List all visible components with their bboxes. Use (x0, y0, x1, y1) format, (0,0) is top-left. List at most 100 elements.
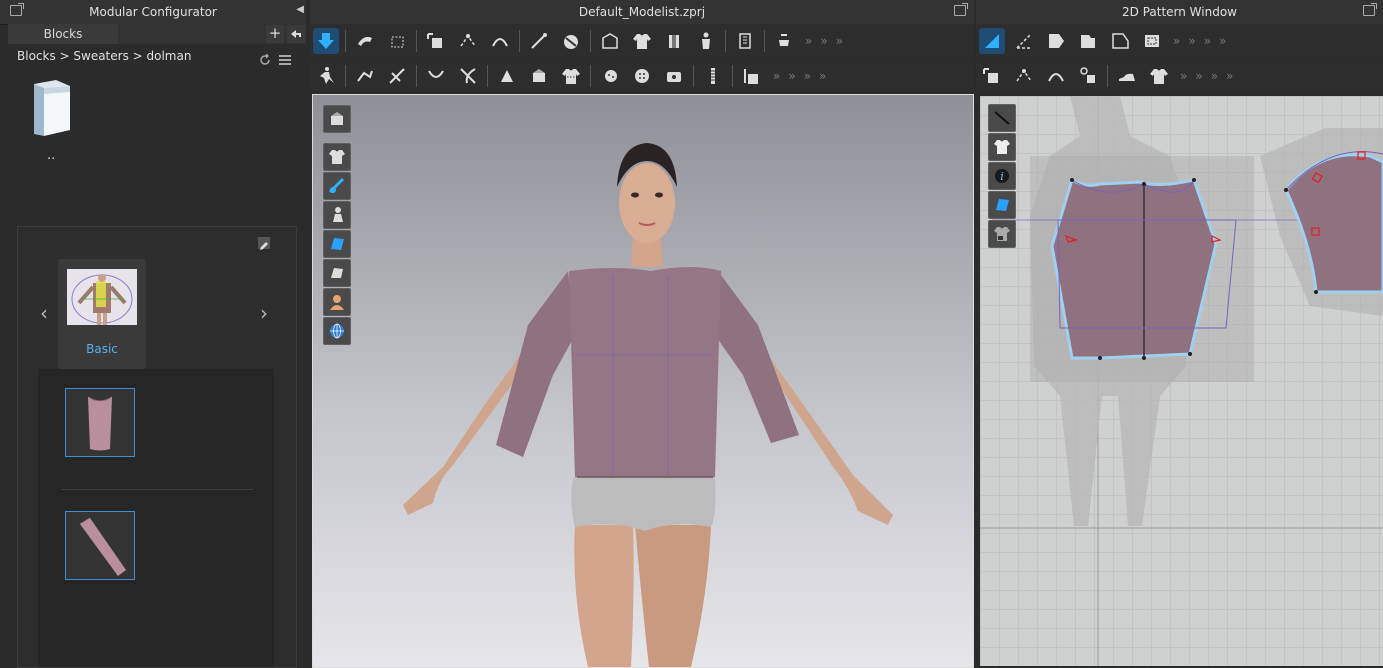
rectangle-icon[interactable] (1075, 28, 1101, 54)
pattern-canvas[interactable]: i (980, 96, 1383, 666)
undock-icon[interactable] (954, 3, 968, 16)
tab-blocks[interactable]: Blocks (8, 24, 118, 44)
measure-icon[interactable] (732, 28, 758, 54)
list-view-icon[interactable] (279, 51, 291, 65)
edit-point-icon[interactable] (455, 28, 481, 54)
overflow-icon[interactable]: » (820, 34, 827, 48)
edit-pencil-icon[interactable] (258, 237, 270, 250)
undock-icon[interactable] (10, 3, 24, 16)
overflow-icon[interactable]: » (1204, 34, 1211, 48)
transform-pattern-icon[interactable] (423, 28, 449, 54)
avatar-model[interactable] (313, 95, 973, 667)
button-icon[interactable] (597, 63, 623, 89)
right-panel: 2D Pattern Window » » » » » » » » i (976, 0, 1383, 666)
toolbar-row-1: » » » (310, 24, 974, 57)
overflow-icon[interactable]: » (805, 34, 812, 48)
texture-2d-icon[interactable] (988, 191, 1016, 219)
avatar-pose-icon[interactable] (693, 28, 719, 54)
center-panel-title: Default_Modelist.zprj (578, 5, 706, 19)
overflow-icon[interactable]: » (1180, 69, 1187, 83)
overflow-icon[interactable]: » (819, 69, 826, 83)
trace-icon[interactable] (1075, 63, 1101, 89)
avatar-thumbnail (67, 269, 137, 325)
edit-pattern-icon[interactable] (1011, 28, 1037, 54)
polygon-icon[interactable] (1043, 28, 1069, 54)
undock-icon[interactable] (1363, 3, 1377, 16)
configurator-area: ‹ › Basic (17, 226, 297, 668)
add-icon[interactable]: + (266, 25, 284, 43)
blocks-list (38, 369, 274, 667)
sleeve-icon (79, 517, 126, 576)
pin-icon[interactable] (352, 63, 378, 89)
select-move-icon[interactable] (352, 28, 378, 54)
folder-icon (34, 80, 70, 136)
overflow-icon[interactable]: » (1173, 34, 1180, 48)
internal-polygon-icon[interactable] (1107, 28, 1133, 54)
back-arrow-icon[interactable] (287, 25, 305, 43)
garment-fit-icon[interactable] (1146, 63, 1172, 89)
edit-curve-icon[interactable] (487, 28, 513, 54)
curve-sewing-icon[interactable] (1043, 63, 1069, 89)
separator (590, 29, 591, 52)
iron-icon[interactable] (1114, 63, 1140, 89)
parent-folder[interactable]: .. (30, 78, 76, 168)
overflow-icon[interactable]: » (788, 69, 795, 83)
simulation-icon[interactable] (313, 27, 339, 54)
overflow-icon[interactable]: » (1195, 69, 1202, 83)
info-icon[interactable]: i (988, 162, 1016, 190)
separator (590, 64, 591, 87)
steam-icon[interactable] (771, 28, 797, 54)
garment-icon[interactable] (629, 28, 655, 54)
select-button-icon[interactable] (661, 63, 687, 89)
internal-rectangle-icon[interactable] (1139, 28, 1165, 54)
overflow-icon[interactable]: » (836, 34, 843, 48)
tab-blocks-label: Blocks (43, 27, 83, 41)
free-sewing-icon[interactable] (1011, 63, 1037, 89)
category-card-basic[interactable]: Basic (58, 259, 146, 369)
texture-icon[interactable] (494, 63, 520, 89)
center-panel-titlebar: Default_Modelist.zprj (310, 0, 974, 25)
block-thumb-sleeve[interactable] (65, 511, 135, 580)
fold-strength-icon[interactable] (455, 63, 481, 89)
overflow-icon[interactable]: » (1226, 69, 1233, 83)
pattern-toolbar-row-1: » » » » (976, 24, 1383, 57)
pin-box-icon[interactable] (384, 63, 410, 89)
block-thumb-bodice[interactable] (65, 388, 135, 457)
separator (416, 64, 417, 87)
overflow-icon[interactable]: » (773, 69, 780, 83)
pattern-pieces[interactable] (980, 96, 1383, 666)
overflow-icon[interactable]: » (1188, 34, 1195, 48)
graphic-icon[interactable] (526, 63, 552, 89)
pattern-line-icon[interactable] (988, 104, 1016, 132)
refresh-icon[interactable] (259, 51, 271, 65)
prev-category-button[interactable]: ‹ (40, 301, 48, 325)
overflow-icon[interactable]: » (1211, 69, 1218, 83)
blocks-tab-row: Blocks + (8, 24, 306, 44)
layer-icon[interactable] (661, 28, 687, 54)
transform-pattern-icon[interactable] (979, 27, 1005, 54)
center-panel: Default_Modelist.zprj » » » » » » » (310, 0, 974, 668)
pencil-line-icon[interactable] (526, 28, 552, 54)
show-garment-2d-icon[interactable] (988, 133, 1016, 161)
arrangement-icon[interactable] (597, 28, 623, 54)
zipper-icon[interactable] (700, 63, 726, 89)
separator (693, 64, 694, 87)
next-category-button[interactable]: › (260, 301, 268, 325)
fold-arrangement-icon[interactable] (423, 63, 449, 89)
collapse-arrow-icon[interactable]: ◀ (296, 4, 304, 15)
breadcrumb[interactable]: Blocks > Sweaters > dolman (17, 49, 191, 63)
lock-garment-icon[interactable] (988, 220, 1016, 248)
overflow-icon[interactable]: » (804, 69, 811, 83)
segment-sewing-icon[interactable] (979, 63, 1005, 89)
separator (345, 29, 346, 52)
puckering-icon[interactable] (739, 63, 765, 89)
3d-viewport[interactable] (312, 94, 974, 668)
topstitch-icon[interactable] (558, 63, 584, 89)
overflow-icon[interactable]: » (1219, 34, 1226, 48)
left-panel-titlebar: Modular Configurator ◀ (0, 0, 306, 25)
fold-tool-icon[interactable] (558, 28, 584, 54)
buttonhole-icon[interactable] (629, 63, 655, 89)
tack-icon[interactable] (313, 63, 339, 89)
folder-label: .. (47, 148, 56, 163)
box-select-icon[interactable] (384, 28, 410, 54)
